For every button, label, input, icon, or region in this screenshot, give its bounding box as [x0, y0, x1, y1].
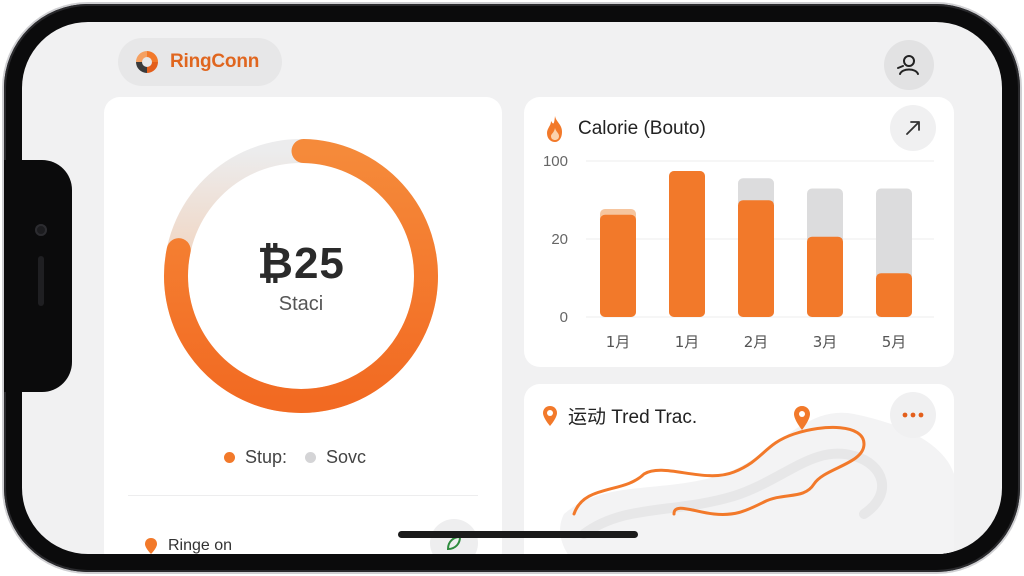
calorie-card: Calorie (Bouto) 100 20 0 1月 1月 2月 3月 5月 — [524, 97, 954, 367]
x-tick-label: 3月 — [813, 333, 838, 351]
ring-label: Staci — [278, 293, 324, 315]
x-tick-label: 2月 — [744, 333, 769, 351]
app-screen: RingConn ₿25 Staci Stup: Sovc Ringe on C… — [22, 22, 1002, 554]
calorie-bar-chart: 100 20 0 1月 1月 2月 3月 5月 — [543, 153, 934, 351]
x-tick-label: 5月 — [882, 333, 907, 351]
ring-list-item[interactable]: Ringe on — [144, 537, 232, 554]
more-options-button[interactable] — [890, 392, 936, 438]
y-tick-label: 100 — [543, 153, 568, 170]
legend-item: Stup: — [224, 447, 287, 468]
x-tick-label: 1月 — [606, 333, 631, 351]
divider — [128, 495, 478, 496]
ring-legend: Stup: Sovc — [224, 447, 384, 468]
bar-value[interactable] — [669, 171, 705, 317]
legend-item: Sovc — [305, 447, 366, 468]
bar-value[interactable] — [876, 273, 912, 317]
profile-button[interactable] — [884, 40, 934, 90]
y-tick-label: 20 — [551, 231, 568, 248]
bar-value[interactable] — [600, 214, 636, 317]
bar-value[interactable] — [738, 200, 774, 317]
front-camera — [35, 224, 47, 236]
legend-label: Sovc — [326, 447, 367, 467]
legend-label: Stup: — [245, 447, 288, 467]
ring-value: ₿25 — [257, 239, 345, 288]
brand-pill[interactable]: RingConn — [118, 38, 282, 86]
user-settings-icon — [897, 55, 919, 75]
pin-icon — [145, 538, 157, 554]
route-card-header: 运动 Tred Trac. — [542, 402, 697, 429]
bar-value[interactable] — [807, 236, 843, 317]
legend-dot-gray — [305, 452, 317, 463]
x-tick-label: 1月 — [675, 333, 700, 351]
progress-ring: ₿25 Staci — [160, 135, 442, 417]
more-icon — [902, 412, 924, 418]
route-card-title: 运动 Tred Trac. — [568, 407, 698, 428]
ring-list-label: Ringe on — [168, 537, 233, 554]
brand-name: RingConn — [170, 51, 260, 72]
y-tick-label: 0 — [560, 309, 568, 326]
speaker-grille — [38, 256, 44, 306]
location-pin-icon — [543, 405, 557, 426]
summary-card: ₿25 Staci Stup: Sovc Ringe on — [104, 97, 502, 554]
home-indicator[interactable] — [398, 531, 638, 538]
route-card: 运动 Tred Trac. — [524, 384, 954, 554]
ringconn-logo-icon — [136, 51, 158, 73]
route-pin-dot — [799, 411, 805, 417]
legend-dot-orange — [224, 452, 235, 463]
